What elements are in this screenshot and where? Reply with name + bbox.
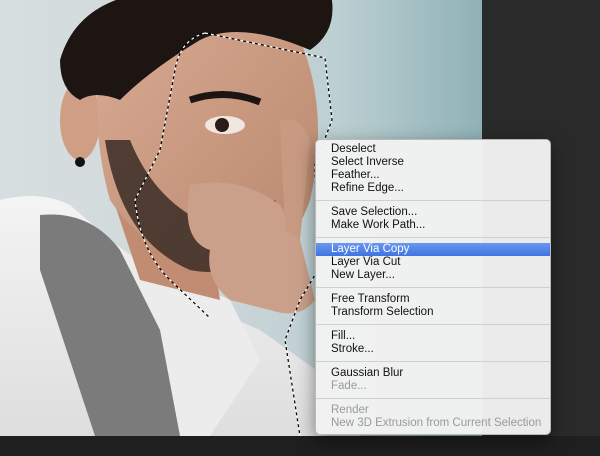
menu-separator bbox=[316, 287, 550, 288]
menu-item-refine-edge[interactable]: Refine Edge... bbox=[316, 182, 550, 195]
menu-item-stroke[interactable]: Stroke... bbox=[316, 343, 550, 356]
menu-item-fill[interactable]: Fill... bbox=[316, 330, 550, 343]
pasteboard-bottom bbox=[0, 436, 600, 456]
photoshop-workspace: Deselect Select Inverse Feather... Refin… bbox=[0, 0, 600, 456]
menu-item-make-work-path[interactable]: Make Work Path... bbox=[316, 219, 550, 232]
menu-item-new-3d-extrusion: New 3D Extrusion from Current Selection bbox=[331, 417, 542, 429]
menu-item-layer-via-copy[interactable]: Layer Via Copy bbox=[316, 243, 550, 256]
menu-item-save-selection[interactable]: Save Selection... bbox=[316, 206, 550, 219]
menu-item-gaussian-blur[interactable]: Gaussian Blur bbox=[316, 367, 550, 380]
selection-context-menu: Deselect Select Inverse Feather... Refin… bbox=[315, 139, 551, 435]
menu-separator bbox=[316, 200, 550, 201]
menu-item-new-layer[interactable]: New Layer... bbox=[316, 269, 550, 282]
menu-item-layer-via-cut[interactable]: Layer Via Cut bbox=[316, 256, 550, 269]
menu-separator bbox=[316, 237, 550, 238]
menu-separator bbox=[316, 361, 550, 362]
earring-shape bbox=[75, 157, 85, 167]
menu-item-free-transform[interactable]: Free Transform bbox=[316, 293, 550, 306]
menu-separator bbox=[316, 324, 550, 325]
menu-item-render: Render bbox=[331, 404, 369, 416]
pupil-shape bbox=[215, 118, 229, 132]
menu-item-select-inverse[interactable]: Select Inverse bbox=[316, 156, 550, 169]
menu-separator bbox=[316, 398, 550, 399]
menu-item-fade: Fade... bbox=[331, 380, 367, 392]
menu-item-transform-selection[interactable]: Transform Selection bbox=[316, 306, 550, 319]
menu-item-deselect[interactable]: Deselect bbox=[316, 143, 550, 156]
menu-item-feather[interactable]: Feather... bbox=[316, 169, 550, 182]
